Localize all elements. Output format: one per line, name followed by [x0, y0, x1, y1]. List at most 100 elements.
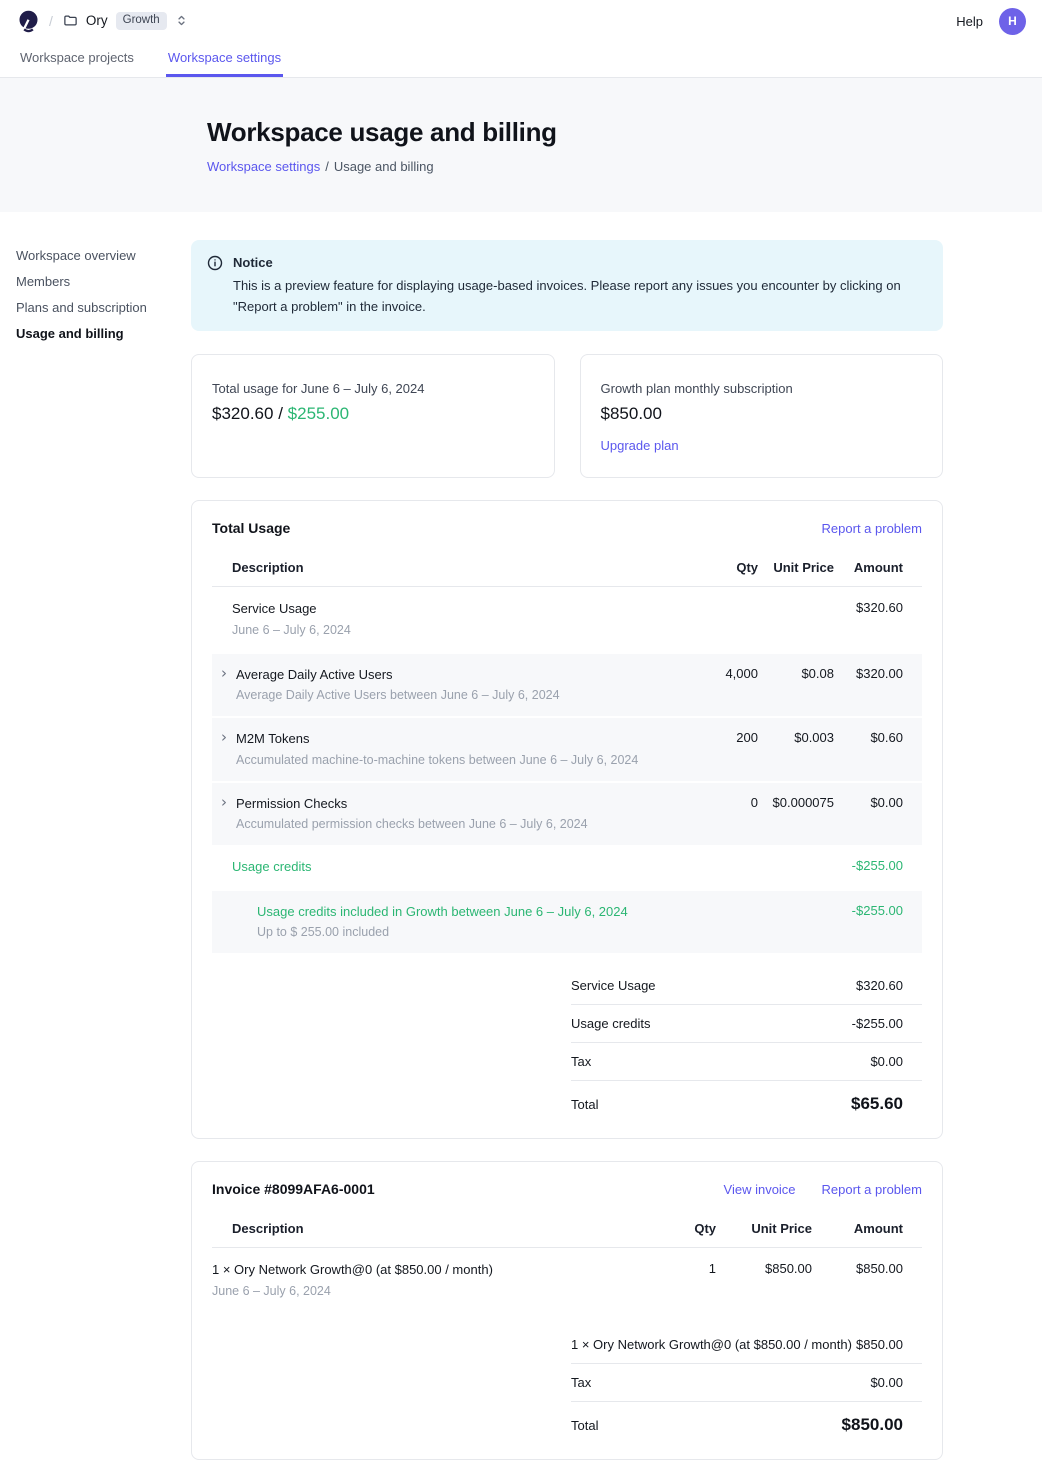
workspace-tabs: Workspace projects Workspace settings — [0, 42, 1042, 78]
upgrade-plan-link[interactable]: Upgrade plan — [601, 438, 679, 453]
row-title: 1 × Ory Network Growth@0 (at $850.00 / m… — [212, 1261, 636, 1279]
usage-table-header: Description Qty Unit Price Amount — [212, 550, 922, 587]
invoice-table: Description Qty Unit Price Amount 1 × Or… — [212, 1211, 922, 1312]
usage-table: Description Qty Unit Price Amount Servic… — [212, 550, 922, 953]
row-subtitle: June 6 – July 6, 2024 — [232, 622, 668, 639]
col-amount: Amount — [834, 550, 922, 587]
row-title: Average Daily Active Users — [236, 666, 560, 684]
page-header: Workspace usage and billing Workspace se… — [0, 78, 1042, 212]
table-row-permission-checks[interactable]: › Permission Checks Accumulated permissi… — [212, 782, 922, 845]
breadcrumb-link-workspace-settings[interactable]: Workspace settings — [207, 159, 320, 174]
main-content: Notice This is a preview feature for dis… — [191, 240, 943, 1478]
summary-total-row: Total $850.00 — [571, 1402, 922, 1437]
summary-row-tax: Tax $0.00 — [571, 1043, 922, 1081]
folder-icon — [63, 13, 78, 28]
breadcrumb: Workspace settings / Usage and billing — [207, 159, 960, 174]
row-qty: 1 — [636, 1248, 716, 1313]
summary-label: Service Usage — [571, 978, 656, 993]
total-value: $65.60 — [851, 1094, 903, 1114]
row-title: M2M Tokens — [236, 730, 638, 748]
sidebar-item-usage-and-billing[interactable]: Usage and billing — [16, 320, 191, 346]
ory-logo-icon — [18, 10, 39, 33]
notice-banner: Notice This is a preview feature for dis… — [191, 240, 943, 331]
notice-body: This is a preview feature for displaying… — [233, 276, 927, 318]
col-qty: Qty — [668, 550, 758, 587]
usage-amount: $320.60 — [212, 404, 273, 423]
row-amount: $320.60 — [834, 587, 922, 653]
col-description: Description — [212, 550, 668, 587]
summary-value: $0.00 — [870, 1054, 903, 1069]
row-unit-price: $0.003 — [758, 717, 834, 781]
sidebar-item-plans-and-subscription[interactable]: Plans and subscription — [16, 294, 191, 320]
row-amount: $320.00 — [834, 653, 922, 717]
workspace-switcher[interactable]: Ory Growth — [63, 12, 188, 31]
tab-workspace-settings[interactable]: Workspace settings — [166, 42, 283, 77]
total-label: Total — [571, 1097, 598, 1112]
workspace-name: Ory — [86, 13, 108, 28]
report-problem-link[interactable]: Report a problem — [822, 1182, 922, 1197]
row-subtitle: Average Daily Active Users between June … — [236, 687, 560, 704]
row-unit-price: $850.00 — [716, 1248, 812, 1313]
sidebar-item-workspace-overview[interactable]: Workspace overview — [16, 242, 191, 268]
settings-sidebar: Workspace overview Members Plans and sub… — [0, 240, 191, 346]
invoice-summary: 1 × Ory Network Growth@0 (at $850.00 / m… — [571, 1326, 922, 1437]
chevron-right-icon[interactable]: › — [221, 730, 227, 745]
summary-total-row: Total $65.60 — [571, 1081, 922, 1116]
row-subtitle: Accumulated machine-to-machine tokens be… — [236, 752, 638, 769]
row-title: Usage credits — [232, 858, 668, 876]
breadcrumb-separator: / — [49, 13, 53, 29]
table-row-m2m-tokens[interactable]: › M2M Tokens Accumulated machine-to-mach… — [212, 717, 922, 781]
subscription-card: Growth plan monthly subscription $850.00… — [580, 354, 944, 478]
col-unit-price: Unit Price — [758, 550, 834, 587]
table-row-service-usage: Service Usage June 6 – July 6, 2024 $320… — [212, 587, 922, 653]
row-title: Usage credits included in Growth between… — [257, 903, 668, 921]
summary-value: $320.60 — [856, 978, 903, 993]
summary-value: $0.00 — [870, 1375, 903, 1390]
usage-panel-title: Total Usage — [212, 520, 290, 536]
summary-value: -$255.00 — [852, 1016, 903, 1031]
avatar[interactable]: H — [999, 8, 1026, 35]
row-unit-price: $0.08 — [758, 653, 834, 717]
col-unit-price: Unit Price — [716, 1211, 812, 1248]
table-row-usage-credits-detail: Usage credits included in Growth between… — [212, 890, 922, 953]
row-title: Service Usage — [232, 600, 668, 618]
avatar-initial: H — [1008, 14, 1017, 28]
row-qty: 200 — [668, 717, 758, 781]
table-row-invoice-line: 1 × Ory Network Growth@0 (at $850.00 / m… — [212, 1248, 922, 1313]
subscription-label: Growth plan monthly subscription — [601, 381, 923, 396]
chevron-right-icon[interactable]: › — [221, 666, 227, 681]
help-link[interactable]: Help — [956, 14, 983, 29]
col-description: Description — [212, 1211, 636, 1248]
summary-label: 1 × Ory Network Growth@0 (at $850.00 / m… — [571, 1337, 852, 1352]
info-icon — [207, 255, 223, 317]
summary-value: $850.00 — [856, 1337, 903, 1352]
chevron-right-icon[interactable]: › — [221, 795, 227, 810]
breadcrumb-current: Usage and billing — [334, 159, 434, 174]
total-usage-card: Total usage for June 6 – July 6, 2024 $3… — [191, 354, 555, 478]
col-amount: Amount — [812, 1211, 922, 1248]
usage-credit-amount: $255.00 — [288, 404, 349, 423]
table-row-daily-active-users[interactable]: › Average Daily Active Users Average Dai… — [212, 653, 922, 717]
row-amount: $0.00 — [834, 782, 922, 845]
page-title: Workspace usage and billing — [207, 117, 960, 148]
table-row-usage-credits: Usage credits -$255.00 — [212, 845, 922, 890]
total-usage-panel: Total Usage Report a problem Description… — [191, 500, 943, 1139]
invoice-panel-title: Invoice #8099AFA6-0001 — [212, 1181, 375, 1197]
usage-separator: / — [278, 404, 283, 423]
row-qty: 0 — [668, 782, 758, 845]
total-usage-label: Total usage for June 6 – July 6, 2024 — [212, 381, 534, 396]
total-usage-value: $320.60 / $255.00 — [212, 404, 534, 424]
summary-label: Tax — [571, 1375, 591, 1390]
invoice-panel: Invoice #8099AFA6-0001 View invoice Repo… — [191, 1161, 943, 1460]
view-invoice-link[interactable]: View invoice — [724, 1182, 796, 1197]
tab-workspace-projects[interactable]: Workspace projects — [18, 42, 136, 77]
report-problem-link[interactable]: Report a problem — [822, 521, 922, 536]
ory-logo[interactable] — [18, 10, 39, 33]
sidebar-item-members[interactable]: Members — [16, 268, 191, 294]
total-label: Total — [571, 1418, 598, 1433]
row-amount: $850.00 — [812, 1248, 922, 1313]
col-qty: Qty — [636, 1211, 716, 1248]
total-value: $850.00 — [842, 1415, 903, 1435]
row-subtitle: June 6 – July 6, 2024 — [212, 1283, 636, 1300]
notice-title: Notice — [233, 253, 927, 274]
